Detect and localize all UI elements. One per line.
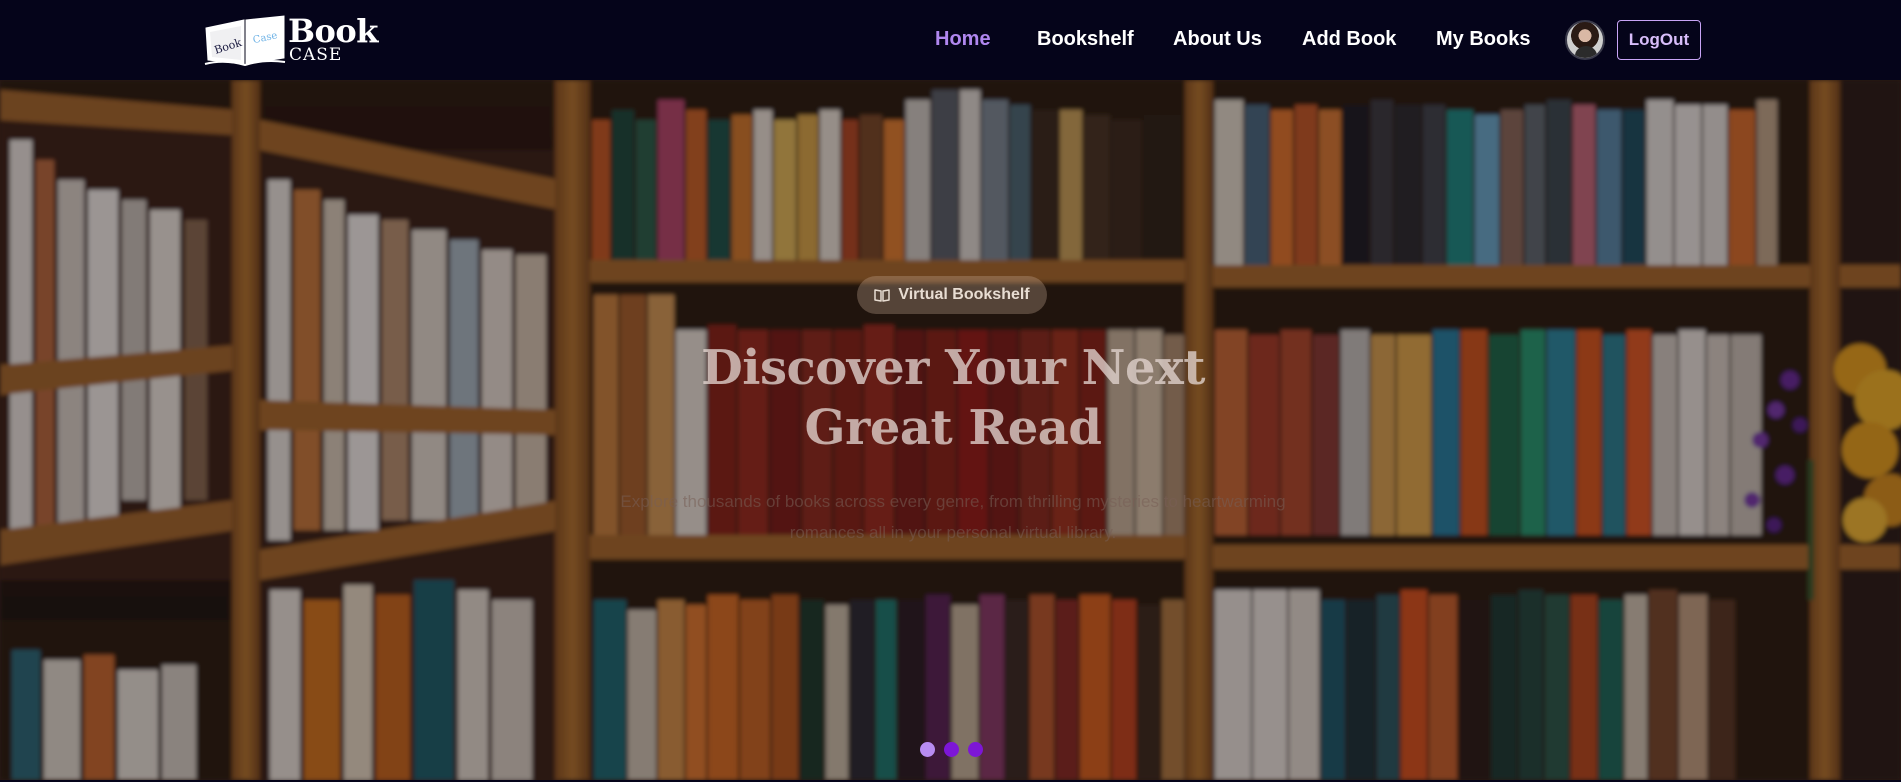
carousel-dot-3[interactable] — [968, 742, 983, 757]
carousel-indicators — [920, 742, 983, 758]
badge-label: Virtual Bookshelf — [898, 286, 1030, 303]
hero-title: Discover Your Next Great Read — [701, 340, 1205, 456]
logout-button[interactable]: LogOut — [1617, 20, 1701, 60]
hero-banner: Virtual Bookshelf Discover Your Next Gre… — [0, 80, 1901, 780]
user-avatar[interactable] — [1565, 20, 1605, 60]
brand-logo[interactable]: Book Case Book CASE — [204, 14, 378, 66]
open-book-logo-icon: Book Case — [204, 15, 286, 66]
book-open-icon — [874, 289, 891, 302]
nav-link-add-book[interactable]: Add Book — [1302, 27, 1396, 51]
brand-name-line1: Book — [288, 12, 378, 50]
nav-link-my-books[interactable]: My Books — [1436, 27, 1530, 51]
carousel-dot-1[interactable] — [920, 742, 935, 757]
hero-subtitle: Explore thousands of books across every … — [620, 492, 1286, 542]
brand-name-line2: CASE — [289, 45, 343, 65]
virtual-bookshelf-badge: Virtual Bookshelf — [857, 276, 1047, 314]
nav-link-about-us[interactable]: About Us — [1173, 27, 1262, 51]
nav-link-home[interactable]: Home — [935, 27, 991, 51]
avatar-figure — [1575, 46, 1597, 58]
navbar: Book Case Book CASE Home Bookshelf About… — [0, 0, 1901, 80]
nav-link-bookshelf[interactable]: Bookshelf — [1037, 27, 1134, 51]
carousel-dot-2[interactable] — [944, 742, 959, 757]
